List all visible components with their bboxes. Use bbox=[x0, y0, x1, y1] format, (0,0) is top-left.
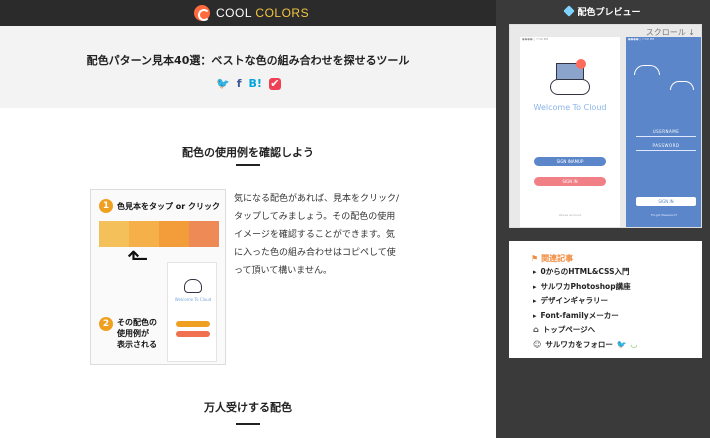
rss-icon[interactable]: ◡ bbox=[631, 338, 637, 353]
chevron-right-icon: ▸ bbox=[533, 268, 537, 276]
top-link-label: トップページへ bbox=[542, 325, 596, 334]
top-page-link[interactable]: ⌂ トップページへ bbox=[533, 323, 637, 338]
share-buttons: 🐦 f B! ✔ bbox=[216, 78, 281, 90]
step-number: 2 bbox=[99, 317, 113, 331]
related-item[interactable]: ▸ サルワカPhotoshop講座 bbox=[533, 280, 637, 295]
preview-title: 配色プレビュー bbox=[577, 7, 641, 18]
preview-phone-welcome: ●●●●○ 7:50 PM Welcome To Cloud SIGN INAM… bbox=[520, 37, 620, 227]
related-item-label: 0からのHTML&CSS入門 bbox=[540, 267, 630, 276]
preview-header: 配色プレビュー bbox=[496, 0, 710, 22]
palette-swatch bbox=[189, 221, 219, 247]
hero: 配色パターン見本40選：ベストな色の組み合わせを探せるツール 🐦 f B! ✔ bbox=[0, 26, 496, 108]
step-label: 色見本をタップ or クリック bbox=[117, 201, 221, 211]
page: COOL COLORS 配色パターン見本40選：ベストな色の組み合わせを探せるツ… bbox=[0, 0, 710, 438]
cloud-outline-icon bbox=[670, 81, 694, 90]
color-preview-panel[interactable]: スクロール ↓ ●●●●○ 7:50 PM Welcome To Cloud S… bbox=[509, 24, 702, 228]
usage-demo-image: 1 色見本をタップ or クリック ⬑ Welcome To Cloud 2 そ… bbox=[90, 189, 226, 365]
mini-button-secondary bbox=[176, 331, 210, 337]
chevron-right-icon: ▸ bbox=[533, 311, 537, 320]
forgot-password-link: Forgot Password? bbox=[650, 213, 678, 217]
chevron-right-icon: ▸ bbox=[533, 297, 537, 305]
twitter-share-icon[interactable]: 🐦 bbox=[216, 78, 230, 90]
palette-swatch bbox=[159, 221, 189, 247]
mini-phone-mock: Welcome To Cloud bbox=[167, 262, 217, 362]
password-field: PASSWORD bbox=[636, 141, 696, 151]
related-item[interactable]: ▸ 0からのHTML&CSS入門 bbox=[533, 265, 637, 280]
related-item-label: サルワカPhotoshop講座 bbox=[540, 281, 631, 291]
hatena-bookmark-icon[interactable]: B! bbox=[249, 78, 262, 90]
pin-shape bbox=[576, 59, 586, 69]
bookmark-icon: ⚑ bbox=[531, 254, 539, 263]
step-2: 2 その配色の 使用例が 表示される bbox=[99, 317, 157, 350]
facebook-share-icon[interactable]: f bbox=[237, 78, 242, 90]
heading-underline bbox=[236, 423, 260, 425]
related-heading: ⚑ 関連記事 bbox=[531, 253, 573, 264]
username-field: USERNAME bbox=[636, 127, 696, 137]
phone-status-bar: ●●●●○ 7:50 PM bbox=[522, 37, 549, 41]
mini-button-primary bbox=[176, 321, 210, 327]
related-item[interactable]: ▸ デザインギャラリー bbox=[533, 294, 637, 309]
logo-icon bbox=[194, 5, 210, 21]
phone-welcome-title: Welcome To Cloud bbox=[533, 103, 607, 112]
twitter-icon[interactable]: 🐦 bbox=[617, 338, 627, 353]
cloud-shape bbox=[550, 79, 590, 95]
phone-signin-button: SIGN IN bbox=[534, 177, 606, 186]
brush-icon bbox=[563, 5, 576, 17]
top-navbar: COOL COLORS bbox=[0, 0, 496, 26]
related-list: ▸ 0からのHTML&CSS入門 ▸ サルワカPhotoshop講座 ▸ デザインギャ… bbox=[533, 265, 637, 352]
main-content: 配色パターン見本40選：ベストな色の組み合わせを探せるツール 🐦 f B! ✔ … bbox=[0, 26, 496, 438]
cloud-outline-icon bbox=[634, 65, 660, 75]
step-1: 1 色見本をタップ or クリック bbox=[99, 199, 220, 213]
sample-palette bbox=[99, 221, 219, 247]
preview-phone-login: ●●●●○ 7:50 PM USERNAME PASSWORD SIGN IN … bbox=[626, 37, 701, 227]
mini-phone-title: Welcome To Cloud bbox=[174, 297, 212, 302]
section-heading-popular: 万人受けする配色 bbox=[204, 401, 292, 414]
palette-swatch bbox=[99, 221, 129, 247]
follow-label: サルワカをフォロー bbox=[545, 339, 613, 349]
cloud-document-illustration bbox=[550, 59, 590, 95]
follow-link[interactable]: ☺ サルワカをフォロー 🐦 ◡ bbox=[533, 338, 637, 353]
phone-signup-button: SIGN INAMUP bbox=[534, 157, 606, 166]
phone-login-button: SIGN IN bbox=[636, 197, 696, 206]
smile-icon: ☺ bbox=[533, 339, 542, 349]
heading-underline bbox=[236, 164, 260, 166]
related-item[interactable]: ▸ Font-familyメーカー bbox=[533, 309, 637, 324]
related-articles-box: ⚑ 関連記事 ▸ 0からのHTML&CSS入門 ▸ サルワカPhotoshop講座 … bbox=[509, 241, 702, 358]
page-title: 配色パターン見本40選：ベストな色の組み合わせを探せるツール bbox=[86, 54, 410, 67]
phone-footer-text: Above account bbox=[558, 213, 582, 217]
usage-description: 気になる配色があれば、見本をクリック/タップしてみましょう。その配色の使用イメー… bbox=[234, 194, 400, 276]
phone-status-bar: ●●●●○ 7:50 PM bbox=[628, 37, 655, 41]
step-label: その配色の 使用例が 表示される bbox=[117, 318, 157, 349]
related-title: 関連記事 bbox=[541, 254, 574, 263]
step-number: 1 bbox=[99, 199, 113, 213]
logo-text: COOL COLORS bbox=[216, 6, 310, 20]
curved-arrow-icon: ⬑ bbox=[127, 244, 149, 274]
section-heading-usage: 配色の使用例を確認しよう bbox=[182, 146, 314, 159]
pocket-icon[interactable]: ✔ bbox=[268, 78, 281, 90]
home-icon: ⌂ bbox=[533, 325, 539, 334]
site-logo[interactable]: COOL COLORS bbox=[194, 4, 309, 22]
cloud-icon bbox=[184, 279, 202, 293]
chevron-right-icon: ▸ bbox=[533, 282, 537, 291]
related-item-label: デザインギャラリー bbox=[540, 296, 609, 305]
related-item-label: Font-familyメーカー bbox=[540, 310, 619, 320]
